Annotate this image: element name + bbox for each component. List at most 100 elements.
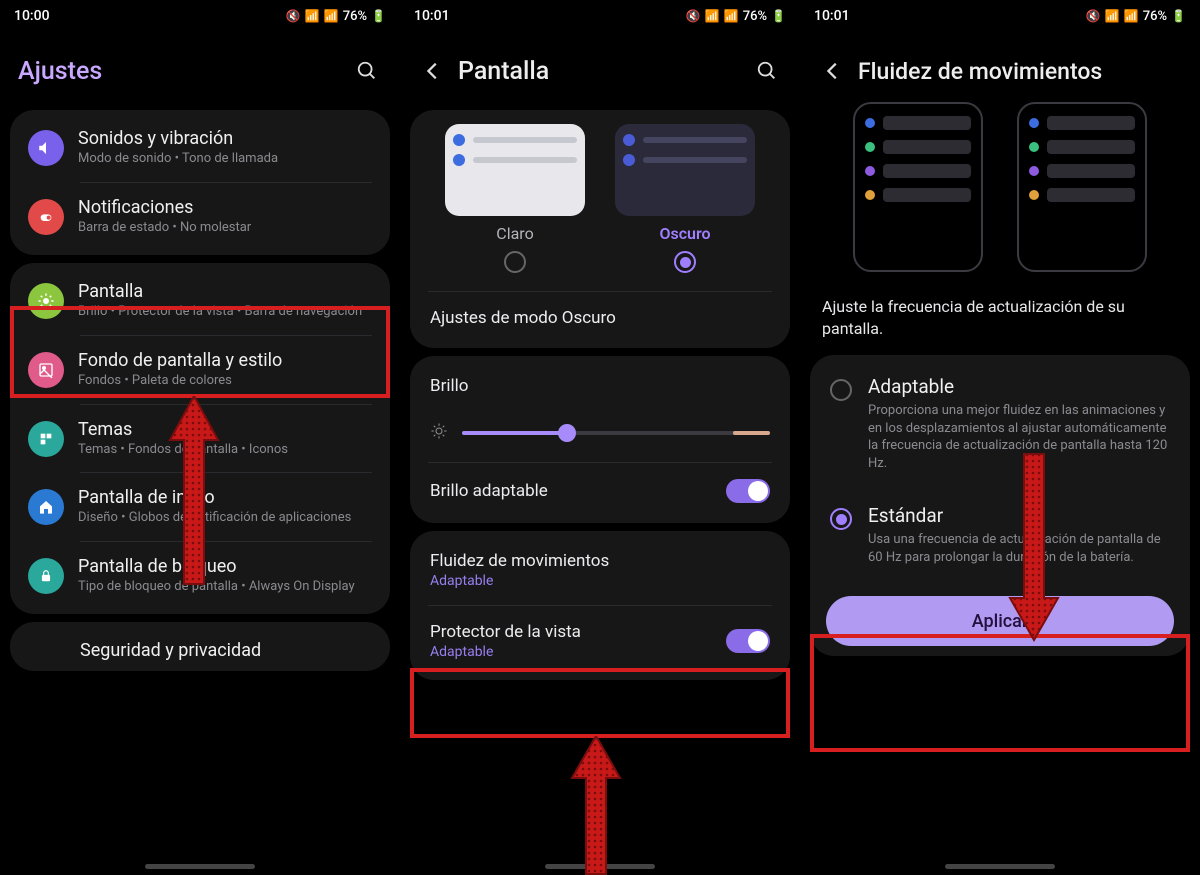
lock-icon: [28, 558, 64, 594]
row-title: Pantalla: [78, 281, 366, 302]
theme-light[interactable]: Claro: [445, 124, 585, 273]
row-title: Protector de la vista: [430, 622, 581, 642]
radio-light[interactable]: [504, 251, 526, 273]
notif-icon: [28, 199, 64, 235]
phone-motion: 10:01 🔇 📶 📶 76% 🔋 Fluidez de movimientos: [800, 0, 1200, 875]
settings-group-1: Sonidos y vibración Modo de sonido • Ton…: [10, 110, 390, 255]
option-desc: Usa una frecuencia de actualización de p…: [868, 531, 1170, 566]
theme-dark-thumb: [615, 124, 755, 216]
row-sub: Tipo de bloqueo de pantalla • Always On …: [78, 579, 366, 596]
row-sounds[interactable]: Sonidos y vibración Modo de sonido • Ton…: [10, 114, 390, 182]
back-icon[interactable]: [818, 56, 848, 86]
search-icon[interactable]: [352, 56, 382, 86]
wifi-icon: 📶: [305, 9, 320, 23]
wifi-icon: 📶: [1105, 9, 1120, 23]
row-sub: Adaptable: [430, 573, 770, 589]
row-lock[interactable]: Pantalla de bloqueo Tipo de bloqueo de p…: [10, 542, 390, 610]
row-title: Pantalla de inicio: [78, 487, 366, 508]
row-sub: Modo de sonido • Tono de llamada: [78, 151, 366, 168]
header: Ajustes: [0, 28, 400, 102]
preview-standard: [1017, 102, 1147, 272]
home-icon: [28, 489, 64, 525]
sun-icon: [430, 422, 448, 444]
row-adaptive-brightness[interactable]: Brillo adaptable: [410, 463, 790, 519]
row-sub: Fondos • Paleta de colores: [78, 373, 366, 390]
row-motion[interactable]: Fluidez de movimientos Adaptable: [410, 535, 790, 605]
theme-label: Claro: [496, 224, 533, 243]
wallpaper-icon: [28, 352, 64, 388]
row-home[interactable]: Pantalla de inicio Diseño • Globos de no…: [10, 473, 390, 541]
phone-settings: 10:00 🔇 📶 📶 76% 🔋 Ajustes Sonidos y vibr…: [0, 0, 400, 875]
row-title: Ajustes de modo Oscuro: [430, 308, 616, 328]
settings-group-3: Seguridad y privacidad: [10, 622, 390, 671]
status-bar: 10:01 🔇 📶 📶 76% 🔋: [800, 0, 1200, 28]
radio-adaptive[interactable]: [830, 379, 852, 401]
nav-pill[interactable]: [145, 864, 255, 869]
theme-label: Oscuro: [659, 224, 710, 243]
mute-icon: 🔇: [686, 9, 701, 23]
row-themes[interactable]: Temas Temas • Fondos de pantalla • Icono…: [10, 405, 390, 473]
radio-standard[interactable]: [830, 508, 852, 530]
mute-icon: 🔇: [286, 9, 301, 23]
status-bar: 10:00 🔇 📶 📶 76% 🔋: [0, 0, 400, 28]
battery-pct: 76%: [743, 9, 767, 24]
status-icons: 🔇 📶 📶 76% 🔋: [686, 9, 786, 24]
row-title: Temas: [78, 419, 366, 440]
sound-icon: [28, 130, 64, 166]
row-title: Sonidos y vibración: [78, 128, 366, 149]
option-standard[interactable]: Estándar Usa una frecuencia de actualiza…: [810, 488, 1190, 582]
mute-icon: 🔇: [1086, 9, 1101, 23]
signal-icon: 📶: [324, 9, 339, 23]
row-title: Pantalla de bloqueo: [78, 556, 366, 577]
brightness-card: Brillo Brillo adaptable: [410, 356, 790, 523]
clock: 10:01: [814, 8, 850, 24]
option-adaptive[interactable]: Adaptable Proporciona una mejor fluidez …: [810, 359, 1190, 488]
row-sub: Barra de estado • No molestar: [78, 220, 366, 237]
row-title: Notificaciones: [78, 197, 366, 218]
back-icon[interactable]: [418, 56, 448, 86]
toggle-eye[interactable]: [726, 629, 770, 653]
page-title: Ajustes: [18, 57, 342, 86]
signal-icon: 📶: [1124, 9, 1139, 23]
row-sub: Brillo • Protector de la vista • Barra d…: [78, 304, 366, 321]
toggle-adaptive-brightness[interactable]: [726, 479, 770, 503]
apply-button[interactable]: Aplicar: [826, 596, 1174, 646]
theme-dark[interactable]: Oscuro: [615, 124, 755, 273]
instruction-text: Ajuste la frecuencia de actualización de…: [800, 282, 1200, 345]
row-security[interactable]: Seguridad y privacidad: [10, 626, 390, 667]
row-dark-settings[interactable]: Ajustes de modo Oscuro: [410, 292, 790, 344]
annotation-arrow-up: [568, 736, 624, 875]
row-title: Fondo de pantalla y estilo: [78, 350, 366, 371]
radio-dark[interactable]: [674, 251, 696, 273]
motion-eye-card: Fluidez de movimientos Adaptable Protect…: [410, 531, 790, 680]
nav-pill[interactable]: [545, 864, 655, 869]
battery-pct: 76%: [343, 9, 367, 24]
battery-icon: 🔋: [771, 9, 786, 23]
apply-label: Aplicar: [972, 611, 1029, 632]
battery-pct: 76%: [1143, 9, 1167, 24]
row-sub: Temas • Fondos de pantalla • Iconos: [78, 442, 366, 459]
themes-icon: [28, 421, 64, 457]
battery-icon: 🔋: [371, 9, 386, 23]
refresh-previews: [800, 102, 1200, 282]
row-title: Fluidez de movimientos: [430, 551, 770, 571]
nav-pill[interactable]: [945, 864, 1055, 869]
refresh-options: Adaptable Proporciona una mejor fluidez …: [810, 355, 1190, 656]
row-display[interactable]: Pantalla Brillo • Protector de la vista …: [10, 267, 390, 335]
display-icon: [28, 283, 64, 319]
row-title: Brillo adaptable: [430, 481, 548, 501]
row-sub: Diseño • Globos de notificación de aplic…: [78, 510, 366, 527]
settings-group-2: Pantalla Brillo • Protector de la vista …: [10, 263, 390, 614]
page-title: Pantalla: [458, 57, 742, 86]
theme-card: Claro Oscuro Ajustes de modo Oscuro: [410, 110, 790, 348]
row-eye[interactable]: Protector de la vista Adaptable: [410, 606, 790, 676]
brightness-title: Brillo: [410, 360, 790, 412]
row-title: Seguridad y privacidad: [80, 640, 366, 661]
row-notifications[interactable]: Notificaciones Barra de estado • No mole…: [10, 183, 390, 251]
brightness-slider[interactable]: [462, 431, 770, 435]
page-title: Fluidez de movimientos: [858, 58, 1182, 85]
header: Pantalla: [400, 28, 800, 102]
row-wallpaper[interactable]: Fondo de pantalla y estilo Fondos • Pale…: [10, 336, 390, 404]
search-icon[interactable]: [752, 56, 782, 86]
option-title: Estándar: [868, 504, 1170, 527]
